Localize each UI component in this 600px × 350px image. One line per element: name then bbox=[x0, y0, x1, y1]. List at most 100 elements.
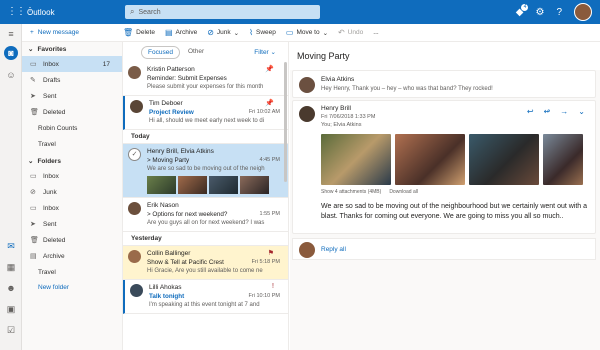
new-message-label: New message bbox=[37, 29, 79, 36]
avatar bbox=[299, 106, 315, 122]
search-placeholder: Search bbox=[138, 8, 161, 16]
list-item[interactable]: 📌 Tim Deboer Project Review Fri 10:02 AM … bbox=[123, 96, 288, 130]
search-input[interactable]: ⌕ Search bbox=[125, 5, 320, 19]
sidebar-item-archive[interactable]: ▤ Archive bbox=[22, 248, 122, 264]
sidebar-item-label: Archive bbox=[43, 252, 65, 260]
inbox-icon: ▭ bbox=[30, 205, 37, 212]
tab-focused[interactable]: Focused bbox=[141, 45, 180, 59]
sidebar-item-junk[interactable]: ⊘ Junk bbox=[22, 184, 122, 200]
message-preview: I'm speaking at this event tonight at 7 … bbox=[149, 302, 260, 308]
app-launcher-icon[interactable]: ⋮⋮⋮ bbox=[7, 7, 35, 17]
reply-all-label: Reply all bbox=[321, 245, 346, 253]
important-icon: ! bbox=[272, 283, 274, 290]
mail-icon[interactable]: ✉ bbox=[4, 239, 18, 253]
sidebar-item-drafts[interactable]: ✎ Drafts bbox=[22, 72, 122, 88]
favorites-header[interactable]: ⌄ Favorites bbox=[22, 42, 122, 56]
avatar[interactable] bbox=[574, 3, 592, 21]
sidebar-item-folder-deleted[interactable]: 🗑 Deleted bbox=[22, 232, 122, 248]
attachment-photo[interactable] bbox=[543, 134, 583, 185]
notifications-icon[interactable]: ◆ 4 bbox=[516, 3, 529, 18]
plus-icon: + bbox=[30, 29, 34, 36]
help-icon[interactable]: ? bbox=[556, 7, 562, 18]
scrollbar[interactable] bbox=[284, 62, 287, 182]
list-item[interactable]: ⚑ Collin Ballinger Show & Tell at Pacifi… bbox=[123, 246, 288, 280]
tasks-icon[interactable]: ☑ bbox=[4, 323, 18, 337]
message-preview: Hey Henry, Thank you – hey – who was tha… bbox=[321, 86, 493, 92]
show-attachments-link[interactable]: Show 4 attachments (4MB) bbox=[321, 189, 381, 195]
archive-button[interactable]: ▤ Archive bbox=[165, 28, 197, 37]
calendar-icon[interactable]: ▦ bbox=[4, 260, 18, 274]
archive-label: Archive bbox=[175, 29, 198, 36]
download-all-link[interactable]: Download all bbox=[389, 189, 418, 195]
message-time: 1:55 PM bbox=[259, 211, 280, 217]
list-item[interactable]: 📌 Kristin Patterson Reminder: Submit Exp… bbox=[123, 62, 288, 96]
attachment-gallery bbox=[321, 134, 583, 185]
message-preview: Please submit your expenses for this mon… bbox=[147, 84, 264, 90]
chevron-down-icon: ⌄ bbox=[270, 49, 276, 56]
filter-button[interactable]: Filter ⌄ bbox=[254, 48, 276, 56]
chevron-down-icon: ⌄ bbox=[322, 29, 329, 37]
collapsed-message[interactable]: Elvia Atkins Hey Henry, Thank you – hey … bbox=[292, 70, 596, 98]
pin-icon[interactable]: 📌 bbox=[265, 65, 274, 73]
folders-header[interactable]: ⌄ Folders bbox=[22, 154, 122, 168]
message-subject: Show & Tell at Pacific Crest bbox=[147, 259, 224, 266]
list-item[interactable]: ! Lilli Ahokas Talk tonight Fri 10:10 PM … bbox=[123, 280, 288, 314]
sidebar-item-sent[interactable]: ➤ Sent bbox=[22, 88, 122, 104]
sidebar-item-folder-travel[interactable]: Travel bbox=[22, 264, 122, 280]
attachment-thumbnail[interactable] bbox=[240, 176, 269, 194]
junk-icon: ⊘ bbox=[30, 189, 36, 196]
sidebar-item-deleted[interactable]: 🗑 Deleted bbox=[22, 104, 122, 120]
new-folder-link[interactable]: New folder bbox=[22, 280, 122, 294]
contacts-icon[interactable]: ☻ bbox=[4, 281, 18, 295]
sidebar-item-folder-inbox-2[interactable]: ▭ Inbox bbox=[22, 200, 122, 216]
chevron-down-icon: ⌄ bbox=[28, 158, 34, 165]
attachment-thumbnail[interactable] bbox=[147, 176, 176, 194]
tab-other[interactable]: Other bbox=[182, 46, 210, 59]
message-subject-row: > Moving Party 4:45 PM bbox=[147, 156, 280, 165]
photos-icon[interactable]: ▣ bbox=[4, 302, 18, 316]
pin-icon[interactable]: 📌 bbox=[265, 99, 274, 107]
message-sender: Kristin Patterson bbox=[147, 66, 195, 73]
junk-button[interactable]: ⊘ Junk ⌄ bbox=[207, 28, 239, 37]
archive-icon: ▤ bbox=[164, 28, 173, 37]
sidebar-item-travel[interactable]: Travel bbox=[22, 136, 122, 152]
expanded-message: Henry Brill Fri 7/06/2018 1:33 PM You; E… bbox=[292, 100, 596, 234]
sweep-button[interactable]: ⌇ Sweep bbox=[249, 28, 276, 37]
attachment-thumbnail[interactable] bbox=[178, 176, 207, 194]
reply-icon[interactable]: ↩ bbox=[527, 107, 534, 116]
flag-icon[interactable]: ⚑ bbox=[268, 249, 274, 257]
avatar bbox=[128, 250, 141, 263]
list-item[interactable]: ✓ Henry Brill, Elvia Atkins > Moving Par… bbox=[123, 144, 288, 198]
avatar bbox=[128, 202, 141, 215]
folder-move-icon: ▭ bbox=[285, 28, 294, 37]
chevron-down-icon[interactable]: ⌄ bbox=[578, 107, 585, 116]
gear-icon[interactable]: ⚙ bbox=[535, 7, 544, 18]
reply-all-icon[interactable]: ↫ bbox=[544, 107, 551, 116]
attachment-photo[interactable] bbox=[395, 134, 465, 185]
outlook-icon[interactable]: ◙ bbox=[4, 46, 18, 60]
attachment-photo[interactable] bbox=[321, 134, 391, 185]
more-button[interactable]: ... bbox=[373, 29, 378, 36]
new-message-button[interactable]: + New message bbox=[22, 29, 123, 36]
reply-all-button[interactable]: Reply all bbox=[292, 238, 596, 260]
attachment-thumbnail[interactable] bbox=[209, 176, 238, 194]
sidebar-item-inbox[interactable]: ▭ Inbox 17 bbox=[22, 56, 122, 72]
list-item[interactable]: Erik Nason > Options for next weekend? 1:… bbox=[123, 198, 288, 232]
hamburger-icon[interactable]: ≡ bbox=[4, 27, 18, 41]
message-sender: Collin Ballinger bbox=[147, 250, 191, 257]
attachment-photo[interactable] bbox=[469, 134, 539, 185]
sidebar-item-robin-counts[interactable]: Robin Counts bbox=[22, 120, 122, 136]
undo-button[interactable]: ↶ Undo bbox=[338, 28, 363, 37]
sidebar-item-label: Travel bbox=[38, 268, 56, 276]
sidebar-item-folder-inbox[interactable]: ▭ Inbox bbox=[22, 168, 122, 184]
app-rail: ≡ ◙ ☺ ✉ ▦ ☻ ▣ ☑ bbox=[0, 24, 22, 350]
message-body: We are so sad to be moving out of the ne… bbox=[321, 203, 588, 220]
move-to-button[interactable]: ▭ Move to ⌄ bbox=[286, 28, 328, 37]
message-subject: > Moving Party bbox=[147, 157, 190, 164]
forward-icon[interactable]: → bbox=[560, 107, 568, 116]
delete-button[interactable]: 🗑 Delete bbox=[123, 28, 155, 37]
sidebar-item-folder-sent[interactable]: ➤ Sent bbox=[22, 216, 122, 232]
message-list: Focused Other Filter ⌄ 📌 Kristin Patters… bbox=[123, 42, 289, 350]
checkmark-icon[interactable]: ✓ bbox=[128, 148, 141, 161]
people-icon[interactable]: ☺ bbox=[4, 68, 18, 82]
